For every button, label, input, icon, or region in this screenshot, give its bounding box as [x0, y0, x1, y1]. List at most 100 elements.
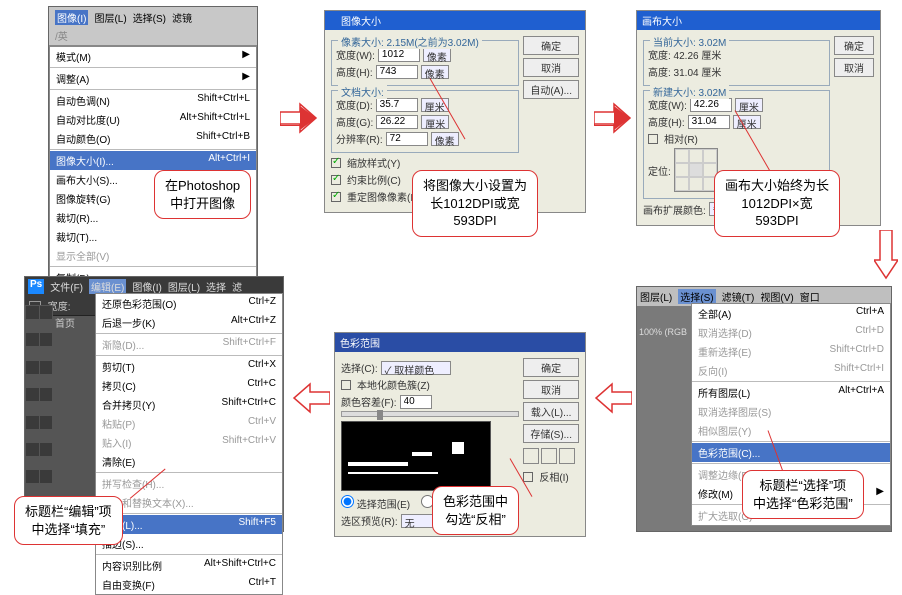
brush-tool-icon[interactable]: [40, 388, 53, 401]
lasso-tool-icon[interactable]: [26, 333, 39, 346]
radio-sel[interactable]: 选择范围(E): [341, 495, 410, 511]
res-input[interactable]: [386, 132, 428, 146]
mi-scale[interactable]: 内容识别比例Alt+Shift+Ctrl+C: [96, 556, 282, 575]
mi-copy[interactable]: 拷贝(C)Ctrl+C: [96, 376, 282, 395]
mi-undo[interactable]: 还原色彩范围(O)Ctrl+Z: [96, 294, 282, 313]
mi-paste: 粘贴(P)Ctrl+V: [96, 414, 282, 433]
menu-select2[interactable]: 选择(S): [678, 289, 715, 304]
heal-tool-icon[interactable]: [26, 388, 39, 401]
cb-invert[interactable]: [523, 472, 533, 482]
mi-autotone[interactable]: 自动色调(N)Shift+Ctrl+L: [50, 91, 256, 110]
height-input[interactable]: [376, 65, 418, 79]
crop-tool-icon[interactable]: [26, 361, 39, 374]
menu-layer6[interactable]: 图层(L): [168, 279, 200, 294]
title-color-range: 色彩范围: [335, 333, 585, 352]
mi-imagesize[interactable]: 图像大小(I)...Alt+Ctrl+I: [50, 151, 256, 170]
cancel-button[interactable]: 取消: [523, 58, 579, 77]
eyedropper-minus-icon[interactable]: [559, 448, 575, 464]
menu-view[interactable]: 视图(V): [760, 289, 793, 304]
dodge-tool-icon[interactable]: [40, 470, 53, 483]
cancel-button-3[interactable]: 取消: [834, 58, 874, 77]
menu-filter[interactable]: 滤镜: [172, 10, 192, 25]
nunit-cm2[interactable]: 厘米: [733, 115, 761, 129]
ok-button[interactable]: 确定: [523, 36, 579, 55]
cb-localized[interactable]: [341, 380, 351, 390]
nunit-cm[interactable]: 厘米: [735, 98, 763, 112]
mi-cut[interactable]: 剪切(T)Ctrl+X: [96, 357, 282, 376]
nheight-input[interactable]: [688, 115, 730, 129]
menu-select6[interactable]: 选择: [206, 279, 226, 294]
anchor-grid[interactable]: [674, 148, 718, 192]
menu-filter6[interactable]: 滤: [232, 279, 242, 294]
eyedropper-icons[interactable]: [523, 448, 579, 464]
mi-autocolor[interactable]: 自动颜色(O)Shift+Ctrl+B: [50, 129, 256, 148]
mi-fill[interactable]: 填充(L)...Shift+F5: [96, 515, 282, 534]
mi-fwd[interactable]: 后退一步(K)Alt+Ctrl+Z: [96, 313, 282, 332]
arrow-4-5: [594, 380, 632, 416]
mi-trim[interactable]: 裁切(T)...: [50, 227, 256, 246]
px-header: 像素大小: 2.15M(之前为3.02M): [338, 34, 482, 49]
cancel-button-5[interactable]: 取消: [523, 380, 579, 399]
wand-tool-icon[interactable]: [40, 333, 53, 346]
mi-free[interactable]: 自由变换(F)Ctrl+T: [96, 575, 282, 594]
mi-all[interactable]: 全部(A)Ctrl+A: [692, 304, 890, 323]
unit-cm2[interactable]: 厘米: [421, 115, 449, 129]
move-tool-icon[interactable]: [26, 306, 39, 319]
fuzz-input[interactable]: [400, 395, 432, 409]
title-canvas-size: 画布大小: [637, 11, 880, 30]
blur-tool-icon[interactable]: [26, 470, 39, 483]
mi-copym[interactable]: 合并拷贝(Y)Shift+Ctrl+C: [96, 395, 282, 414]
mi-stroke[interactable]: 描边(S)...: [96, 534, 282, 553]
cb-constrain[interactable]: [331, 175, 341, 185]
mi-mode[interactable]: 模式(M)▶: [50, 47, 256, 66]
mi-clear[interactable]: 清除(E): [96, 452, 282, 471]
ok-button-3[interactable]: 确定: [834, 36, 874, 55]
menu-file6[interactable]: 文件(F): [50, 279, 83, 294]
eyedropper-icon[interactable]: [523, 448, 539, 464]
unit-px2[interactable]: 像素: [421, 65, 449, 79]
mi-colorrange[interactable]: 色彩范围(C)...: [692, 443, 890, 462]
menu-select[interactable]: 选择(S): [133, 10, 166, 25]
mi-adjust[interactable]: 调整(A)▶: [50, 69, 256, 88]
panel-edit-menu: Ps 文件(F) 编辑(E) 图像(I) 图层(L) 选择 滤 宽度: 首页 还…: [24, 276, 284, 532]
sel-method[interactable]: ✓ 取样颜色: [381, 361, 451, 375]
menu-image[interactable]: 图像(I): [55, 10, 88, 25]
mi-similar: 相似图层(Y): [692, 421, 890, 440]
dwidth-input[interactable]: [376, 98, 418, 112]
menu-image6[interactable]: 图像(I): [132, 279, 161, 294]
menu-filter2[interactable]: 滤镜(T): [722, 289, 755, 304]
ok-button-5[interactable]: 确定: [523, 358, 579, 377]
marquee-tool-icon[interactable]: [40, 306, 53, 319]
unit-res[interactable]: 像素: [431, 132, 459, 146]
fuzz-slider[interactable]: [341, 411, 519, 417]
mi-fade: 渐隐(D)...Shift+Ctrl+F: [96, 335, 282, 354]
arrow-2-3: [594, 100, 632, 136]
mi-alllayers[interactable]: 所有图层(L)Alt+Ctrl+A: [692, 383, 890, 402]
save-button[interactable]: 存储(S)...: [523, 424, 579, 443]
mi-spell: 拼写检查(H)...: [96, 474, 282, 493]
tools-palette[interactable]: [25, 305, 53, 525]
load-button[interactable]: 载入(L)...: [523, 402, 579, 421]
nwidth-input[interactable]: [690, 98, 732, 112]
eyedropper-tool-icon[interactable]: [40, 361, 53, 374]
dheight-input[interactable]: [376, 115, 418, 129]
mi-autocontrast[interactable]: 自动对比度(U)Alt+Shift+Ctrl+L: [50, 110, 256, 129]
stamp-tool-icon[interactable]: [26, 416, 39, 429]
eyedropper-plus-icon[interactable]: [541, 448, 557, 464]
width-input[interactable]: [378, 48, 420, 62]
title-image-size: 图像大小: [325, 11, 585, 30]
auto-button[interactable]: 自动(A)...: [523, 80, 579, 99]
arrow-1-2: [280, 100, 318, 136]
history-tool-icon[interactable]: [40, 416, 53, 429]
callout-canvassize: 画布大小始终为长 1012DPI×宽 593DPI: [714, 170, 840, 237]
eraser-tool-icon[interactable]: [26, 443, 39, 456]
menu-layer[interactable]: 图层(L): [94, 10, 126, 25]
gradient-tool-icon[interactable]: [40, 443, 53, 456]
cb-relative[interactable]: [648, 134, 658, 144]
unit-px[interactable]: 像素: [423, 48, 451, 62]
menu-window[interactable]: 窗口: [800, 289, 820, 304]
menu-edit6[interactable]: 编辑(E): [89, 279, 126, 294]
cb-scale[interactable]: [331, 158, 341, 168]
menu-pre-layer[interactable]: 图层(L): [640, 289, 672, 304]
cb-resample[interactable]: [331, 192, 341, 202]
